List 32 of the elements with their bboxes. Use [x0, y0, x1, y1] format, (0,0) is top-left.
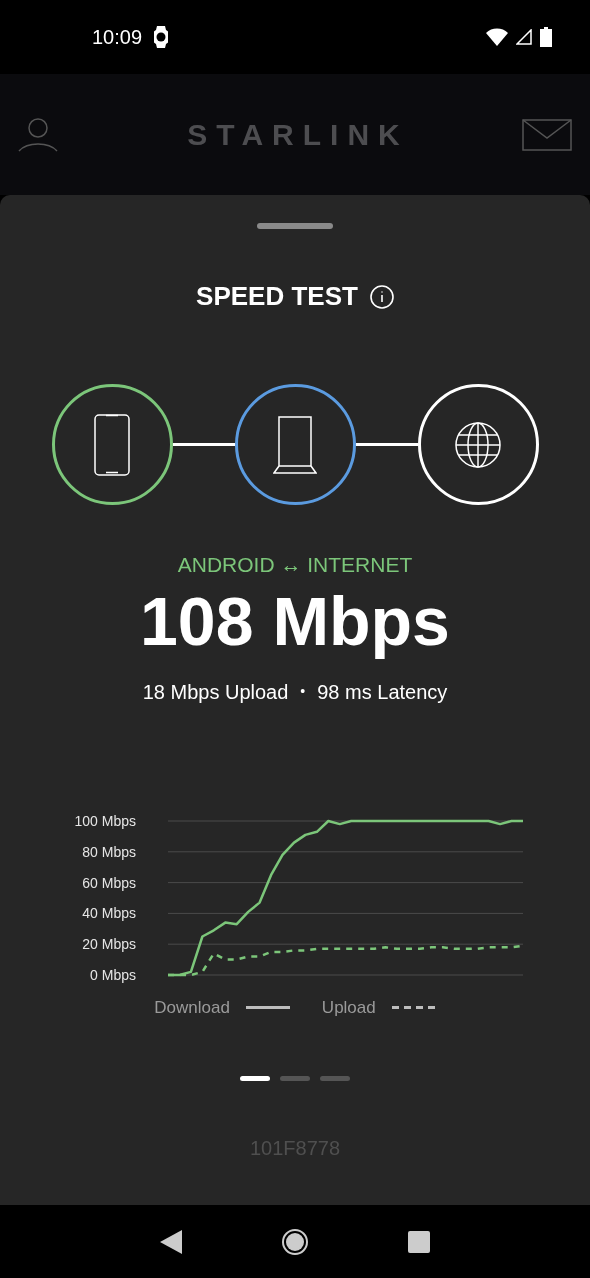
overview-icon[interactable]: [408, 1230, 430, 1253]
drag-handle[interactable]: [257, 223, 333, 229]
home-icon[interactable]: [282, 1228, 308, 1255]
profile-icon[interactable]: [18, 117, 58, 152]
axis-label: 100 Mbps: [74, 812, 136, 829]
connector-line: [172, 443, 235, 446]
wifi-icon: [486, 28, 508, 46]
dish-icon: [273, 415, 317, 474]
globe-icon: [454, 420, 502, 469]
app-logo: STARLINK: [186, 117, 409, 153]
back-icon[interactable]: [160, 1229, 182, 1254]
axis-label: 80 Mbps: [82, 843, 136, 860]
axis-label: 20 Mbps: [82, 935, 136, 952]
route-label: ANDROID ↔ INTERNET: [177, 552, 413, 578]
legend-label: Download: [154, 996, 230, 1019]
separator-dot: •: [300, 682, 306, 701]
axis-label: 60 Mbps: [82, 874, 136, 891]
signal-icon: [516, 29, 532, 45]
legend-label: Upload: [321, 996, 376, 1019]
sheet-title: SPEED TEST: [196, 280, 358, 313]
upload-speed: 18 Mbps Upload: [142, 679, 289, 705]
clock-time: 10:09: [92, 25, 143, 50]
latency: 98 ms Latency: [317, 679, 448, 705]
dashed-line-icon: [391, 1005, 436, 1009]
page-indicator[interactable]: [240, 1076, 270, 1081]
axis-label: 0 Mbps: [90, 966, 136, 983]
axis-label: 40 Mbps: [82, 904, 136, 921]
info-icon[interactable]: [369, 284, 394, 309]
battery-icon: [540, 27, 552, 47]
watch-icon: [154, 26, 169, 48]
solid-line-icon: [245, 1005, 290, 1009]
phone-icon: [94, 413, 130, 476]
